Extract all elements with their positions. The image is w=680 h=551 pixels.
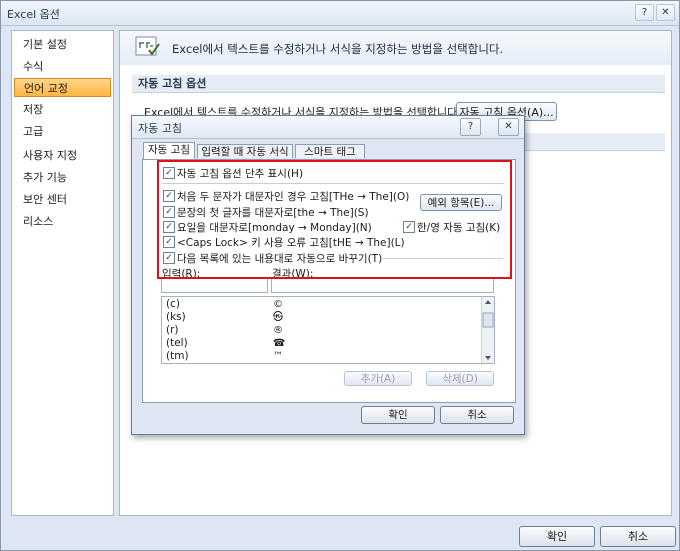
replacement-list[interactable]: (c) © (ks) ㉿ (r) ® (tel) ☎ (tm) ™ — [161, 296, 495, 364]
korean-english-checkbox[interactable]: ✓ — [403, 221, 415, 233]
sidebar-item-trust-center[interactable]: 보안 센터 — [14, 190, 111, 209]
title-bar: Excel 옵션 ? ✕ — [1, 1, 679, 26]
list-item-input: (c) — [166, 298, 180, 310]
page-header: Excel에서 텍스트를 수정하거나 서식을 지정하는 방법을 선택합니다. — [172, 42, 504, 56]
caps-lock-checkbox[interactable]: ✓ — [163, 236, 175, 248]
add-button[interactable]: 추가(A) — [344, 371, 412, 386]
sidebar-item-proofing[interactable]: 언어 교정 — [14, 78, 111, 97]
dialog-title-bar: 자동 고침 ? ✕ — [132, 116, 524, 139]
list-item-result: ☎ — [273, 338, 286, 349]
exceptions-button[interactable]: 예외 항목(E)... — [420, 194, 502, 211]
sidebar-item-customize[interactable]: 사용자 지정 — [14, 146, 111, 165]
tab-autocorrect[interactable]: 자동 고침 — [143, 142, 195, 159]
separator — [383, 258, 503, 259]
list-item-input: (r) — [166, 324, 179, 336]
list-item-input: (tm) — [166, 350, 189, 362]
category-sidebar: 기본 설정 수식 언어 교정 저장 고급 사용자 지정 추가 기능 보안 센터 … — [11, 30, 114, 516]
help-button[interactable]: ? — [635, 4, 654, 21]
show-autocorrect-buttons-checkbox[interactable]: ✓ — [163, 167, 175, 179]
tab-smart-tags[interactable]: 스마트 태그 — [295, 144, 365, 158]
dialog-cancel-button[interactable]: 취소 — [440, 406, 514, 424]
replace-text-checkbox[interactable]: ✓ — [163, 252, 175, 264]
list-item-result: © — [273, 299, 283, 310]
tab-autoformat-as-you-type[interactable]: 입력할 때 자동 서식 — [197, 144, 293, 158]
show-autocorrect-buttons-label: 자동 고침 옵션 단추 표시(H) — [177, 168, 304, 180]
list-item-input: (ks) — [166, 311, 186, 323]
header-band: Excel에서 텍스트를 수정하거나 서식을 지정하는 방법을 선택합니다. — [120, 31, 671, 65]
delete-button[interactable]: 삭제(D) — [426, 371, 494, 386]
list-item-input: (tel) — [166, 337, 188, 349]
sidebar-item-save[interactable]: 저장 — [14, 100, 111, 119]
ok-button[interactable]: 확인 — [519, 526, 595, 547]
window-title: Excel 옵션 — [7, 8, 60, 21]
with-input[interactable] — [271, 278, 494, 293]
sidebar-item-addins[interactable]: 추가 기능 — [14, 168, 111, 187]
sidebar-item-resources[interactable]: 리소스 — [14, 212, 111, 231]
dialog-help-button[interactable]: ? — [460, 118, 481, 136]
list-item-result: ® — [273, 325, 283, 336]
separator — [162, 183, 504, 184]
replace-text-label: 다음 목록에 있는 내용대로 자동으로 바꾸기(T) — [177, 253, 383, 265]
sidebar-item-advanced[interactable]: 고급 — [14, 122, 111, 141]
capitalize-days-label: 요일을 대문자로[monday → Monday](N) — [177, 222, 372, 234]
replace-input[interactable] — [161, 278, 268, 293]
close-button[interactable]: ✕ — [656, 4, 675, 21]
dialog-ok-button[interactable]: 확인 — [361, 406, 435, 424]
two-initial-caps-label: 처음 두 문자가 대문자인 경우 고침[THe → The](O) — [177, 191, 410, 203]
dialog-close-button[interactable]: ✕ — [498, 118, 519, 136]
list-scrollbar[interactable] — [481, 297, 494, 363]
capitalize-days-checkbox[interactable]: ✓ — [163, 221, 175, 233]
sidebar-item-formulas[interactable]: 수식 — [14, 57, 111, 76]
proofing-icon — [135, 36, 160, 56]
list-item-result: ㉿ — [273, 312, 283, 323]
korean-english-label: 한/영 자동 고침(K) — [417, 222, 501, 234]
cancel-button[interactable]: 취소 — [600, 526, 676, 547]
list-item-result: ™ — [273, 351, 283, 362]
caps-lock-label: <Caps Lock> 키 사용 오류 고침[tHE → The](L) — [177, 237, 405, 249]
dialog-title: 자동 고침 — [138, 122, 182, 135]
two-initial-caps-checkbox[interactable]: ✓ — [163, 190, 175, 202]
section-autocorrect-options: 자동 고침 옵션 — [132, 75, 665, 93]
scrollbar-arrows-icon — [482, 300, 494, 360]
sidebar-item-basic[interactable]: 기본 설정 — [14, 35, 111, 54]
capitalize-first-letter-checkbox[interactable]: ✓ — [163, 206, 175, 218]
capitalize-first-letter-label: 문장의 첫 글자를 대문자로[the → The](S) — [177, 207, 369, 219]
